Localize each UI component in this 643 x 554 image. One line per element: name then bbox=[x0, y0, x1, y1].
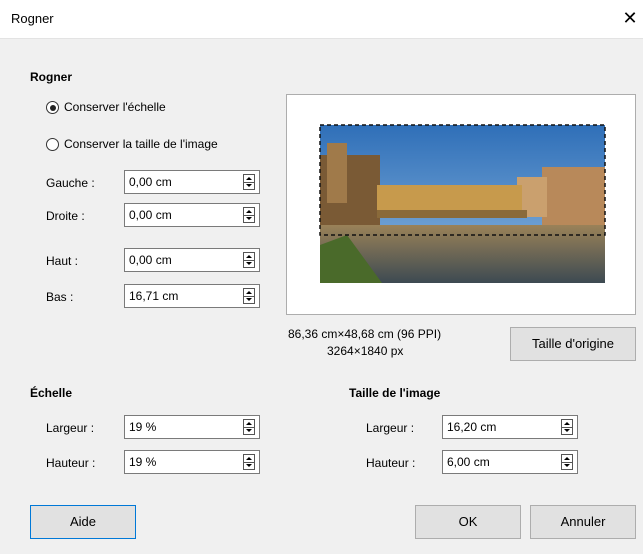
bottom-label: Bas : bbox=[46, 290, 74, 304]
bottom-value[interactable]: 16,71 cm bbox=[129, 289, 178, 303]
help-button[interactable]: Aide bbox=[30, 505, 136, 539]
spin-arrows-icon[interactable] bbox=[561, 419, 573, 435]
spin-arrows-icon[interactable] bbox=[243, 454, 255, 470]
image-width-value[interactable]: 16,20 cm bbox=[447, 420, 496, 434]
image-size-section-title: Taille de l'image bbox=[349, 386, 441, 400]
image-width-spinbox[interactable]: 16,20 cm bbox=[442, 415, 578, 439]
image-dimensions-px: 3264×1840 px bbox=[327, 344, 404, 358]
image-height-label: Hauteur : bbox=[366, 456, 416, 470]
preview-photo bbox=[319, 124, 606, 283]
scale-height-value[interactable]: 19 % bbox=[129, 455, 156, 469]
image-height-spinbox[interactable]: 6,00 cm bbox=[442, 450, 578, 474]
spin-arrows-icon[interactable] bbox=[243, 174, 255, 190]
spin-arrows-icon[interactable] bbox=[561, 454, 573, 470]
scale-width-spinbox[interactable]: 19 % bbox=[124, 415, 260, 439]
spin-arrows-icon[interactable] bbox=[243, 419, 255, 435]
left-label: Gauche : bbox=[46, 176, 95, 190]
radio-icon[interactable] bbox=[46, 101, 59, 114]
title-bar: Rogner ✕ bbox=[0, 0, 643, 39]
right-spinbox[interactable]: 0,00 cm bbox=[124, 203, 260, 227]
image-preview bbox=[286, 94, 636, 315]
scale-width-label: Largeur : bbox=[46, 421, 95, 435]
keep-scale-label[interactable]: Conserver l'échelle bbox=[64, 100, 166, 114]
ok-button[interactable]: OK bbox=[415, 505, 521, 539]
scale-height-label: Hauteur : bbox=[46, 456, 96, 470]
scale-width-value[interactable]: 19 % bbox=[129, 420, 156, 434]
top-value[interactable]: 0,00 cm bbox=[129, 253, 172, 267]
right-label: Droite : bbox=[46, 209, 85, 223]
bottom-spinbox[interactable]: 16,71 cm bbox=[124, 284, 260, 308]
top-spinbox[interactable]: 0,00 cm bbox=[124, 248, 260, 272]
radio-icon[interactable] bbox=[46, 138, 59, 151]
scale-height-spinbox[interactable]: 19 % bbox=[124, 450, 260, 474]
spin-arrows-icon[interactable] bbox=[243, 207, 255, 223]
original-size-button[interactable]: Taille d'origine bbox=[510, 327, 636, 361]
image-height-value[interactable]: 6,00 cm bbox=[447, 455, 490, 469]
right-value[interactable]: 0,00 cm bbox=[129, 208, 172, 222]
top-label: Haut : bbox=[46, 254, 79, 268]
image-dimensions-cm: 86,36 cm×48,68 cm (96 PPI) bbox=[288, 327, 442, 341]
scale-section-title: Échelle bbox=[30, 386, 73, 400]
left-value[interactable]: 0,00 cm bbox=[129, 175, 172, 189]
cancel-button[interactable]: Annuler bbox=[530, 505, 636, 539]
close-icon[interactable]: ✕ bbox=[618, 6, 642, 30]
spin-arrows-icon[interactable] bbox=[243, 288, 255, 304]
left-spinbox[interactable]: 0,00 cm bbox=[124, 170, 260, 194]
keep-size-label[interactable]: Conserver la taille de l'image bbox=[64, 137, 218, 151]
window-title: Rogner bbox=[11, 11, 54, 26]
spin-arrows-icon[interactable] bbox=[243, 252, 255, 268]
image-width-label: Largeur : bbox=[366, 421, 415, 435]
crop-section-title: Rogner bbox=[30, 70, 72, 84]
